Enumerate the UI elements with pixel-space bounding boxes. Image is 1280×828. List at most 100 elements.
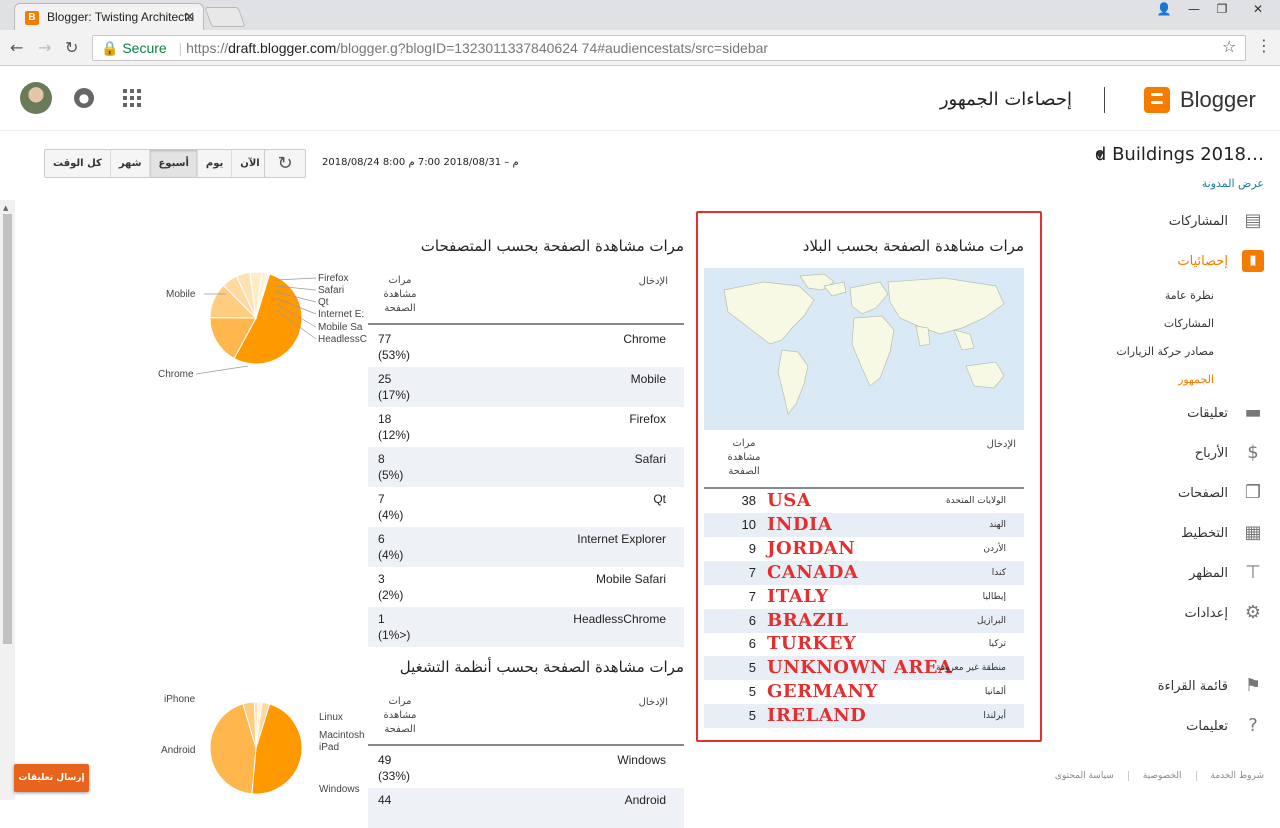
range-option[interactable]: كل الوقت bbox=[45, 150, 110, 177]
table-row[interactable]: 5 IRELAND أيرلندا bbox=[704, 704, 1024, 729]
country-name-en: IRELAND bbox=[767, 705, 867, 727]
brand-name[interactable]: Blogger bbox=[1180, 87, 1256, 113]
os-name: Android bbox=[624, 793, 666, 807]
country-name-ar: إيطاليا bbox=[982, 591, 1006, 602]
browser-name: Qt bbox=[653, 492, 666, 506]
os-col-views: مرات مشاهدة الصفحة bbox=[383, 696, 417, 735]
table-row[interactable]: 49 (33%) Windows bbox=[368, 748, 684, 788]
sidebar-item-layout[interactable]: ▦ التخطيط bbox=[1181, 521, 1264, 545]
browser-col-views: مرات مشاهدة الصفحة bbox=[383, 275, 417, 314]
sidebar-item-stats[interactable]: ▮ إحصائيات bbox=[1177, 249, 1264, 273]
view-blog-link[interactable]: عرض المدونة bbox=[1202, 177, 1264, 190]
stats-subitem[interactable]: مصادر حركة الزيارات bbox=[1116, 345, 1214, 358]
footer-terms[interactable]: شروط الخدمة bbox=[1211, 771, 1264, 781]
blogger-logo-icon[interactable] bbox=[1144, 87, 1170, 113]
country-name-en: JORDAN bbox=[767, 537, 856, 559]
footer-content-policy[interactable]: سياسة المحتوى bbox=[1055, 771, 1129, 781]
browser-views: 77 (53%) bbox=[378, 331, 410, 363]
reload-icon[interactable]: ↻ bbox=[65, 38, 78, 57]
stats-subitem[interactable]: المشاركات bbox=[1164, 317, 1214, 330]
table-row[interactable]: 6 TURKEY تركيا bbox=[704, 632, 1024, 656]
sidebar-item-dollar[interactable]: $ الأرباح bbox=[1195, 441, 1264, 465]
table-row[interactable]: 18 (12%) Firefox bbox=[368, 407, 684, 447]
browser-tab[interactable]: B Blogger: Twisting Architectu ✕ bbox=[14, 3, 204, 30]
country-views: 5 bbox=[748, 708, 756, 724]
range-option[interactable]: الآن bbox=[231, 150, 267, 177]
sidebar-item-bookmark[interactable]: ⚑ قائمة القراءة bbox=[1158, 674, 1264, 698]
browser-menu-icon[interactable]: ⋮ bbox=[1256, 36, 1272, 55]
country-views: 38 bbox=[741, 493, 756, 508]
table-row[interactable]: 5 GERMANY ألمانيا bbox=[704, 680, 1024, 704]
header-divider bbox=[1104, 87, 1105, 113]
table-row[interactable]: 1 (1%>) HeadlessChrome bbox=[368, 607, 684, 647]
table-row[interactable]: 25 (17%) Mobile bbox=[368, 367, 684, 407]
sidebar-item-gear[interactable]: ⚙ إعدادات bbox=[1185, 601, 1264, 625]
window-close-icon[interactable]: ✕ bbox=[1240, 0, 1276, 20]
pie-label: Linux bbox=[319, 712, 343, 723]
table-row[interactable]: 44 Android bbox=[368, 788, 684, 828]
sidebar-item-help[interactable]: ? تعليمات bbox=[1186, 714, 1264, 738]
stats-subitem[interactable]: الجمهور bbox=[1178, 373, 1214, 386]
secure-label: Secure bbox=[122, 40, 167, 56]
table-row[interactable]: 6 BRAZIL البرازيل bbox=[704, 608, 1024, 633]
dollar-icon: $ bbox=[1247, 442, 1259, 463]
minimize-icon[interactable]: — bbox=[1180, 0, 1208, 20]
browser-pie-chart[interactable]: FirefoxSafariQtInternet E: Mobile SaHeadl… bbox=[148, 270, 370, 382]
table-row[interactable]: 7 ITALY إيطاليا bbox=[704, 585, 1024, 609]
footer-privacy[interactable]: الخصوصية bbox=[1143, 771, 1197, 781]
refresh-button[interactable]: ↻ bbox=[264, 149, 306, 178]
browser-name: Firefox bbox=[629, 412, 666, 426]
range-option[interactable]: شهر bbox=[109, 150, 150, 177]
world-map[interactable] bbox=[704, 268, 1024, 430]
sidebar-item-posts[interactable]: ▤ المشاركات bbox=[1169, 209, 1264, 233]
browser-name: Mobile bbox=[630, 372, 666, 386]
table-row[interactable]: 10 INDIA الهند bbox=[704, 512, 1024, 537]
url-field[interactable]: 🔒 Secure | https://draft.blogger.com/blo… bbox=[92, 35, 1246, 61]
browser-views: 6 (4%) bbox=[378, 531, 403, 563]
sidebar-item-pages[interactable]: ❐ الصفحات bbox=[1178, 481, 1264, 505]
range-option[interactable]: يوم bbox=[196, 150, 231, 177]
sidebar-item-comments[interactable]: ▬ تعليقات bbox=[1187, 401, 1264, 425]
table-row[interactable]: 77 (53%) Chrome bbox=[368, 327, 684, 367]
table-row[interactable]: 5 UNKNOWN AREA منطقة غير معروفة bbox=[704, 656, 1024, 681]
new-tab-button[interactable] bbox=[204, 7, 246, 27]
scrollbar[interactable]: ▲ bbox=[0, 200, 15, 800]
notifications-icon[interactable]: ● bbox=[74, 88, 94, 108]
browser-table-rule bbox=[368, 323, 684, 325]
bookmark-star-icon[interactable]: ☆ bbox=[1222, 37, 1236, 56]
lock-icon: 🔒 bbox=[101, 40, 119, 56]
table-row[interactable]: 8 (5%) Safari bbox=[368, 447, 684, 487]
table-row[interactable]: 7 (4%) Qt bbox=[368, 487, 684, 527]
forward-icon[interactable]: → bbox=[38, 38, 51, 57]
table-row[interactable]: 9 JORDAN الأردن bbox=[704, 537, 1024, 561]
table-row[interactable]: 6 (4%) Internet Explorer bbox=[368, 527, 684, 567]
back-icon[interactable]: ← bbox=[10, 38, 23, 57]
pie-label: HeadlessC bbox=[318, 334, 367, 345]
close-tab-icon[interactable]: ✕ bbox=[184, 9, 195, 25]
table-row[interactable]: 38 USA الولايات المتحدة bbox=[704, 489, 1024, 513]
range-option[interactable]: أسبوع bbox=[149, 150, 197, 177]
os-pie-chart[interactable]: iPhone Linux MacintoshiPad Android Windows bbox=[148, 690, 370, 800]
browser-views-count: 6 bbox=[378, 532, 385, 546]
avatar[interactable] bbox=[20, 82, 52, 114]
stats-subitem[interactable]: نظرة عامة bbox=[1165, 289, 1214, 302]
table-row[interactable]: 7 CANADA كندا bbox=[704, 560, 1024, 585]
send-feedback-button[interactable]: إرسال تعليقات bbox=[14, 764, 89, 792]
os-col-entry: الإدخال bbox=[638, 697, 668, 708]
browser-name: Safari bbox=[634, 452, 666, 466]
table-row[interactable]: 3 (2%) Mobile Safari bbox=[368, 567, 684, 607]
scrollbar-thumb[interactable] bbox=[3, 214, 12, 644]
layout-icon: ▦ bbox=[1244, 522, 1262, 543]
sidebar-item-label: قائمة القراءة bbox=[1157, 678, 1228, 694]
sidebar-item-theme[interactable]: ⊤ المظهر bbox=[1189, 561, 1264, 585]
browser-col-entry: الإدخال bbox=[638, 276, 668, 287]
scroll-up-icon[interactable]: ▲ bbox=[3, 204, 8, 212]
profile-icon[interactable]: 👤 bbox=[1150, 0, 1178, 20]
restore-icon[interactable]: ❐ bbox=[1208, 0, 1236, 20]
posts-icon: ▤ bbox=[1244, 210, 1262, 231]
blog-name[interactable]: d Buildings 2018… bbox=[1095, 144, 1264, 165]
apps-grid-icon[interactable] bbox=[123, 89, 141, 107]
browser-views-count: 25 bbox=[378, 372, 392, 386]
country-views: 7 bbox=[748, 564, 756, 580]
country-name-en: BRAZIL bbox=[767, 609, 849, 631]
